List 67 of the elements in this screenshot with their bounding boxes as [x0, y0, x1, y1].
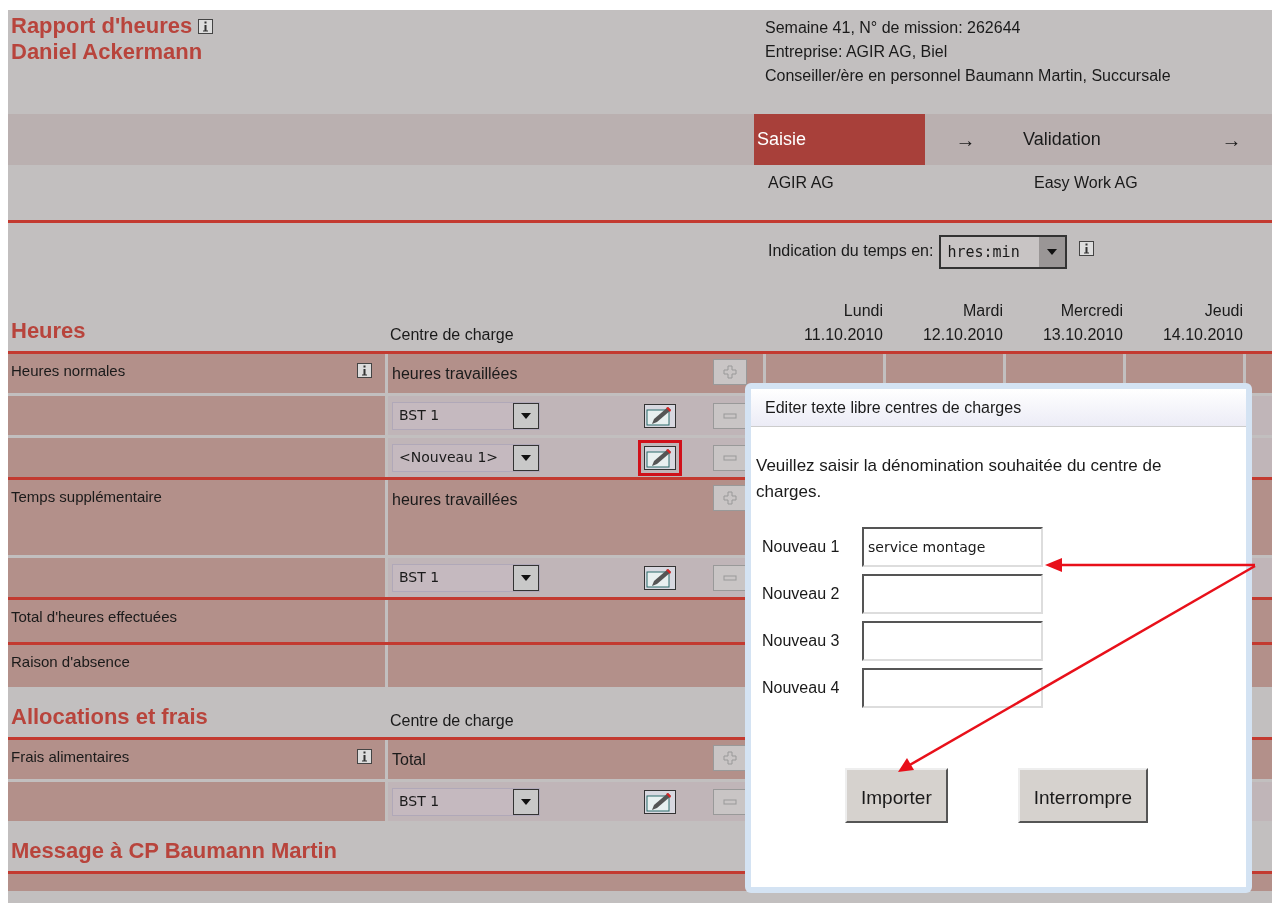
company-name: AGIR AG — [768, 174, 834, 191]
caret-icon — [521, 574, 531, 581]
cost-center-select[interactable]: BST 1 — [392, 787, 540, 816]
label-cell: Total d'heures effectuées — [8, 600, 385, 642]
mission-info: Entreprise: AGIR AG, Biel — [765, 42, 948, 62]
dialog-message: Veuillez saisir la dénomination souhaitée du centre de charges. — [756, 455, 1163, 503]
day-date: 11.10.2010 — [804, 325, 883, 345]
row-label: Heures normales — [11, 361, 126, 381]
table-cell — [1246, 354, 1272, 393]
day-date: 13.10.2010 — [1042, 325, 1123, 345]
info-icon[interactable] — [1079, 241, 1095, 256]
cost-center-select[interactable]: BST 1 — [392, 563, 540, 592]
info-icon[interactable] — [198, 19, 214, 34]
field-label: Nouveau 3 — [762, 631, 841, 651]
dialog-button[interactable]: Interrompre — [1017, 768, 1148, 823]
day-date: 14.10.2010 — [1162, 325, 1243, 345]
report-title: Rapport d'heures — [11, 13, 193, 39]
section-title: Allocations et frais — [11, 704, 208, 729]
row-label: Frais alimentaires — [11, 747, 130, 767]
day-name: Mercredi — [1060, 301, 1123, 321]
dialog-title: Editer texte libre centres de charges — [765, 397, 1022, 418]
time-unit-select[interactable]: hres:min — [939, 235, 1068, 269]
column-header: Centre de charge — [390, 712, 514, 729]
edit-icon[interactable] — [644, 789, 676, 814]
workflow-step[interactable]: Saisie — [754, 114, 925, 165]
cost-center-select[interactable]: BST 1 — [392, 401, 540, 430]
workflow-step[interactable]: Validation — [1006, 114, 1191, 165]
caret-icon — [521, 412, 531, 419]
column-header: Centre de charge — [390, 326, 514, 343]
arrow-symbol: → — [1221, 127, 1242, 153]
edit-icon[interactable] — [644, 565, 676, 590]
field-label: Nouveau 4 — [762, 678, 841, 698]
row-label: Temps supplémentaire — [11, 487, 162, 507]
info-icon[interactable] — [357, 363, 372, 378]
field-label: Nouveau 1 — [762, 537, 841, 557]
text-input[interactable]: service montage — [862, 527, 1043, 567]
text-input[interactable] — [862, 668, 1043, 708]
employee-name: Daniel Ackermann — [11, 39, 203, 65]
arrow-symbol: → — [955, 127, 976, 153]
caret-icon — [521, 798, 531, 805]
edit-icon[interactable] — [644, 445, 676, 470]
text-input[interactable] — [862, 621, 1043, 661]
label-cell: Raison d'absence — [8, 645, 385, 687]
text-input[interactable] — [862, 574, 1043, 614]
mission-info: Semaine 41, N° de mission: 262644 — [765, 18, 1021, 38]
plus-icon — [723, 491, 737, 505]
day-name: Jeudi — [1204, 301, 1243, 321]
info-icon[interactable] — [357, 749, 372, 764]
field-label: Nouveau 2 — [762, 584, 841, 604]
cost-center-select[interactable]: <Nouveau 1> — [392, 443, 540, 472]
mission-info: Conseiller/ère en personnel Baumann Martin, Succursale — [765, 66, 1171, 86]
day-date: 12.10.2010 — [922, 325, 1003, 345]
cost-center-label: heures travaillées — [392, 364, 518, 384]
section-title: Heures — [11, 318, 86, 343]
section-title: Message à CP Baumann Martin — [11, 838, 338, 863]
cost-center-label: Total — [392, 750, 426, 770]
day-name: Mardi — [963, 301, 1003, 321]
edit-icon[interactable] — [644, 403, 676, 428]
plus-icon — [723, 365, 737, 379]
cost-center-label: heures travaillées — [392, 490, 518, 510]
time-unit-label: Indication du temps en: — [768, 241, 934, 261]
plus-icon — [723, 751, 737, 765]
day-name: Lundi — [843, 301, 883, 321]
caret-icon — [1047, 249, 1058, 255]
dialog-button[interactable]: Importer — [845, 768, 948, 823]
company-name: Easy Work AG — [1034, 174, 1138, 191]
caret-icon — [521, 454, 531, 461]
